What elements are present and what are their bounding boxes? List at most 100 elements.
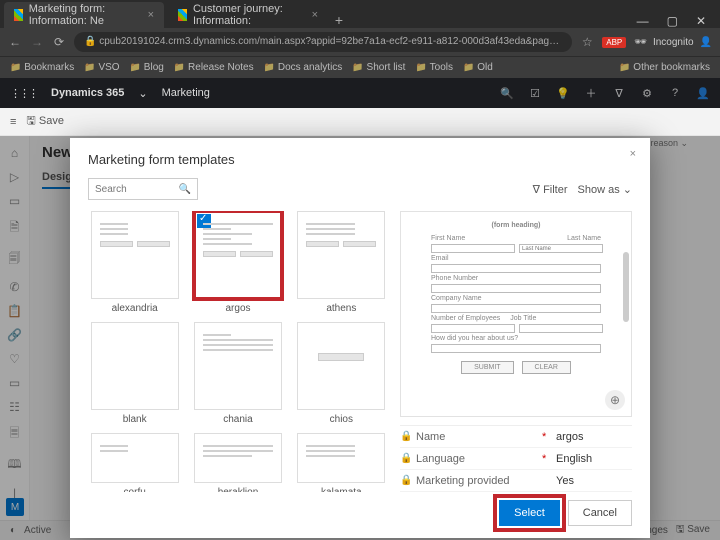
preview-input <box>519 244 603 253</box>
url-text: cpub20191024.crm3.dynamics.com/main.aspx… <box>99 36 572 47</box>
product-name[interactable]: Dynamics 365 <box>51 87 124 99</box>
template-label: argos <box>225 303 250 314</box>
template-grid: alexandria argos athens blank <box>88 211 388 492</box>
bookmark-item[interactable]: Tools <box>415 62 453 73</box>
template-card[interactable]: kalamata <box>295 433 388 492</box>
template-label: corfu <box>124 487 146 492</box>
template-label: athens <box>326 303 356 314</box>
url-field[interactable]: 🔒 cpub20191024.crm3.dynamics.com/main.as… <box>74 32 572 52</box>
prop-value: argos <box>556 431 632 443</box>
template-card[interactable]: alexandria <box>88 211 181 314</box>
task-icon[interactable]: ☑ <box>528 87 542 100</box>
preview-input <box>431 284 601 293</box>
scrollbar[interactable] <box>623 252 629 322</box>
field-label: First Name <box>431 235 465 242</box>
abp-badge[interactable]: ABP <box>602 37 626 48</box>
field-label: Job Title <box>510 315 536 322</box>
add-icon[interactable]: ＋ <box>584 85 598 101</box>
dynamics-navbar: ⋮⋮⋮ Dynamics 365 ⌄ Marketing 🔍 ☑ 💡 ＋ ∇ ⚙… <box>0 78 720 108</box>
lock-icon: 🔒 <box>400 475 410 486</box>
bookmarks-bar: Bookmarks VSO Blog Release Notes Docs an… <box>0 56 720 78</box>
preview-input <box>519 324 603 333</box>
filter-icon: ∇ <box>533 184 540 196</box>
bookmark-item[interactable]: Blog <box>130 62 164 73</box>
template-card-selected[interactable]: argos <box>191 211 284 314</box>
page-body: ⌂ ▷ ▭ 🗎 🗐 ✆ 📋 🔗 ♡ ▭ ☷ 🗏 🕮 | New l Design… <box>0 136 720 540</box>
search-icon: 🔍 <box>179 184 191 195</box>
bookmark-item[interactable]: Release Notes <box>174 62 254 73</box>
template-card[interactable]: chios <box>295 322 388 425</box>
field-label: How did you hear about us? <box>431 335 601 342</box>
template-card[interactable]: heraklion <box>191 433 284 492</box>
tab-title: Customer journey: Information: <box>193 3 306 27</box>
waffle-icon[interactable]: ⋮⋮⋮ <box>10 87 37 100</box>
field-label: Last Name <box>567 235 601 242</box>
favicon-icon <box>178 9 187 21</box>
avatar-icon[interactable]: 👤 <box>700 37 712 48</box>
new-tab-button[interactable]: + <box>328 12 350 28</box>
preview-input <box>431 304 601 313</box>
help-icon[interactable]: ? <box>668 87 682 99</box>
template-label: blank <box>123 414 147 425</box>
search-input[interactable]: Search 🔍 <box>88 178 198 200</box>
close-icon[interactable]: × <box>312 9 318 21</box>
filter-button[interactable]: ∇ Filter <box>533 183 568 196</box>
incognito-indicator: 🕶 Incognito 👤 <box>634 37 712 48</box>
star-icon[interactable]: ☆ <box>580 35 594 49</box>
minimize-icon[interactable]: — <box>637 14 649 28</box>
modal-title: Marketing form templates <box>88 152 632 167</box>
save-command[interactable]: 🖫 Save <box>26 112 64 131</box>
prop-row: 🔒 Language * English <box>400 448 632 470</box>
bookmark-item[interactable]: Bookmarks <box>10 62 74 73</box>
template-card[interactable]: corfu <box>88 433 181 492</box>
close-icon[interactable]: × <box>148 9 154 21</box>
close-window-icon[interactable]: ✕ <box>696 14 706 28</box>
browser-titlebar: Marketing form: Information: Ne × Custom… <box>0 0 720 28</box>
forward-icon[interactable]: → <box>30 35 44 49</box>
incognito-label: Incognito <box>653 37 694 48</box>
template-card[interactable]: chania <box>191 322 284 425</box>
preview-input <box>431 344 601 353</box>
bookmark-item[interactable]: Old <box>463 62 493 73</box>
menu-icon[interactable]: ≡ <box>10 116 16 128</box>
preview-submit: SUBMIT <box>461 361 513 374</box>
prop-row: 🔒 Marketing provided Yes <box>400 470 632 492</box>
field-label: Email <box>431 255 601 262</box>
preview-input <box>431 264 601 273</box>
bookmark-item[interactable]: Docs analytics <box>264 62 343 73</box>
bookmark-item[interactable]: VSO <box>84 62 119 73</box>
field-label: Company Name <box>431 295 601 302</box>
maximize-icon[interactable]: ▢ <box>667 14 678 28</box>
back-icon[interactable]: ← <box>8 35 22 49</box>
required-icon: * <box>542 431 550 443</box>
command-bar: ≡ 🖫 Save <box>0 108 720 136</box>
template-label: kalamata <box>321 487 362 492</box>
browser-tab-active[interactable]: Marketing form: Information: Ne × <box>4 2 164 28</box>
other-bookmarks[interactable]: Other bookmarks <box>619 62 710 73</box>
zoom-icon[interactable]: ⊕ <box>605 390 625 410</box>
bookmark-item[interactable]: Short list <box>352 62 405 73</box>
chevron-down-icon[interactable]: ⌄ <box>138 87 147 100</box>
select-button[interactable]: Select <box>499 500 560 526</box>
prop-value: English <box>556 453 632 465</box>
address-bar: ← → ⟳ 🔒 cpub20191024.crm3.dynamics.com/m… <box>0 28 720 56</box>
show-as-button[interactable]: Show as ⌄ <box>578 183 632 196</box>
modal-toolbar: Search 🔍 ∇ Filter Show as ⌄ <box>88 177 632 201</box>
filter-icon[interactable]: ∇ <box>612 87 626 100</box>
field-label: Number of Employees <box>431 315 500 322</box>
user-icon[interactable]: 👤 <box>696 87 710 100</box>
assistant-icon[interactable]: 💡 <box>556 87 570 100</box>
template-card[interactable]: blank <box>88 322 181 425</box>
chevron-down-icon: ⌄ <box>623 184 632 196</box>
cancel-button[interactable]: Cancel <box>568 500 632 526</box>
reload-icon[interactable]: ⟳ <box>52 35 66 49</box>
gear-icon[interactable]: ⚙ <box>640 87 654 100</box>
template-card[interactable]: athens <box>295 211 388 314</box>
browser-tab[interactable]: Customer journey: Information: × <box>168 2 328 28</box>
prop-label: Language <box>416 453 536 465</box>
modal-close-icon[interactable]: × <box>630 148 636 160</box>
preview-pane: (form heading) First NameLast Name Email… <box>400 211 632 492</box>
prop-row: 🔒 Name * argos <box>400 426 632 448</box>
lock-icon: 🔒 <box>84 36 99 47</box>
search-icon[interactable]: 🔍 <box>500 87 514 100</box>
